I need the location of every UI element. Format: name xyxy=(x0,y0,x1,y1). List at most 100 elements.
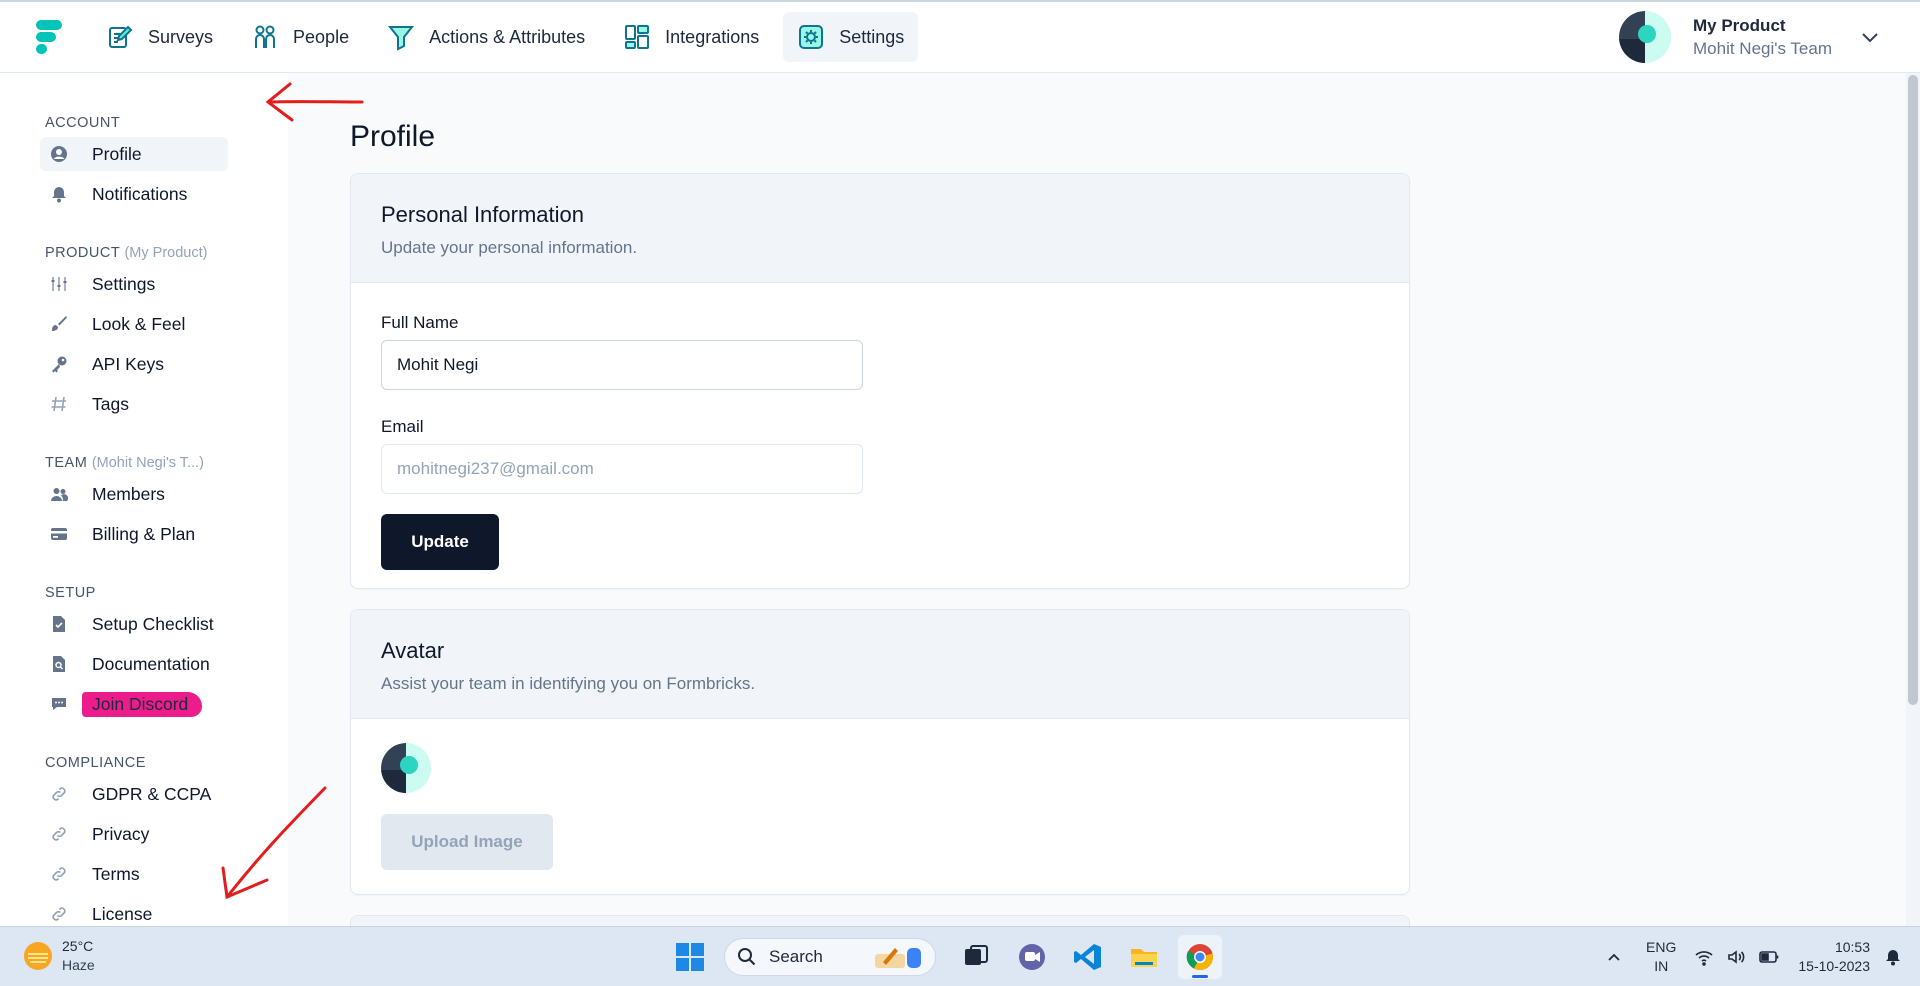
filter-icon xyxy=(388,26,415,51)
battery-icon[interactable] xyxy=(1758,947,1780,967)
clock[interactable]: 10:53 15-10-2023 xyxy=(1798,938,1870,976)
file-explorer-button[interactable] xyxy=(1122,935,1166,979)
integrations-icon xyxy=(625,25,650,49)
card-body: Full Name Mohit Negi Email mohitnegi237@… xyxy=(351,283,1409,588)
update-button[interactable]: Update xyxy=(381,514,499,570)
start-button[interactable] xyxy=(668,935,712,979)
volume-icon[interactable] xyxy=(1726,947,1746,967)
sidebar-item-label: Notifications xyxy=(92,183,188,204)
document-check-icon xyxy=(50,615,68,633)
scroll-thumb[interactable] xyxy=(1908,75,1918,705)
product-name: My Product xyxy=(1693,15,1786,35)
sidebar-item-members[interactable]: Members xyxy=(40,477,228,511)
settings-icon xyxy=(799,25,824,49)
people-icon xyxy=(255,25,276,48)
bell-icon xyxy=(50,185,68,203)
card-description: Assist your team in identifying you on F… xyxy=(381,674,756,693)
haze-icon xyxy=(24,942,52,970)
product-team-menu[interactable]: My Product Mohit Negi's Team xyxy=(1619,10,1880,64)
page-title: Profile xyxy=(350,120,436,153)
nav-integrations[interactable]: Integrations xyxy=(609,12,773,62)
main-content: Profile Personal Information Update your… xyxy=(288,73,1920,935)
chat-icon xyxy=(50,695,68,713)
taskview-button[interactable] xyxy=(954,935,998,979)
section-title-product-label: PRODUCT xyxy=(45,245,120,261)
sidebar-item-profile[interactable]: Profile xyxy=(40,137,228,171)
clock-time: 10:53 xyxy=(1834,939,1870,955)
chevron-up-icon[interactable] xyxy=(1606,949,1622,965)
sidebar-item-tags[interactable]: Tags xyxy=(40,387,228,421)
sidebar-item-setup-checklist[interactable]: Setup Checklist xyxy=(40,607,228,641)
link-icon xyxy=(50,785,68,803)
credit-card-icon xyxy=(50,525,68,543)
teams-chat-button[interactable] xyxy=(1010,935,1054,979)
language-indicator[interactable]: ENG IN xyxy=(1646,938,1676,976)
user-circle-icon xyxy=(50,145,68,163)
taskbar-search[interactable]: Search xyxy=(724,938,936,976)
full-name-label: Full Name xyxy=(381,313,459,332)
weather-widget[interactable]: 25°C Haze xyxy=(24,937,95,975)
chevron-down-icon[interactable] xyxy=(1860,27,1880,47)
weather-condition: Haze xyxy=(62,957,95,973)
search-highlight-icon xyxy=(875,948,921,968)
nav-people[interactable]: People xyxy=(237,12,363,62)
sidebar-item-label: Documentation xyxy=(92,653,210,674)
formbricks-logo[interactable] xyxy=(36,20,66,54)
sidebar-item-privacy[interactable]: Privacy xyxy=(40,817,228,851)
notification-bell-icon[interactable] xyxy=(1884,948,1902,966)
language-secondary: IN xyxy=(1654,958,1669,974)
card-description: Update your personal information. xyxy=(381,238,638,257)
avatar-card: Avatar Assist your team in identifying y… xyxy=(350,609,1410,895)
nav-actions-label: Actions & Attributes xyxy=(429,26,586,47)
windows-icon xyxy=(676,943,704,971)
nav-surveys[interactable]: Surveys xyxy=(92,12,227,62)
sliders-icon xyxy=(50,275,68,293)
vscode-button[interactable] xyxy=(1066,935,1110,979)
wifi-icon[interactable] xyxy=(1694,947,1714,967)
page-scrollbar[interactable] xyxy=(1906,73,1920,926)
card-header: Avatar Assist your team in identifying y… xyxy=(351,610,1409,719)
folder-icon xyxy=(1131,949,1157,967)
sidebar-item-documentation[interactable]: Documentation xyxy=(40,647,228,681)
full-name-input[interactable]: Mohit Negi xyxy=(381,340,863,390)
search-label: Search xyxy=(769,947,823,966)
sidebar-item-label: Billing & Plan xyxy=(92,523,196,544)
nav-settings[interactable]: Settings xyxy=(783,12,919,62)
sidebar-item-label: Tags xyxy=(92,393,129,414)
sidebar-item-notifications[interactable]: Notifications xyxy=(40,177,228,211)
sidebar-item-look-feel[interactable]: Look & Feel xyxy=(40,307,228,341)
sidebar-item-settings[interactable]: Settings xyxy=(40,267,228,301)
section-title-team-label: TEAM xyxy=(45,455,88,471)
users-icon xyxy=(50,485,68,503)
chrome-button[interactable] xyxy=(1178,935,1222,979)
email-input: mohitnegi237@gmail.com xyxy=(381,444,863,494)
taskbar-apps: Search xyxy=(662,935,1228,979)
sidebar-item-join-discord[interactable]: Join Discord xyxy=(40,687,228,721)
vscode-icon xyxy=(1074,944,1101,970)
language-primary: ENG xyxy=(1646,939,1677,955)
section-title-team: TEAM (Mohit Negi's T...) xyxy=(45,455,204,471)
os-taskbar: 25°C Haze Search ENG IN 10:53 15-10-2023 xyxy=(0,926,1920,986)
chrome-icon xyxy=(1186,944,1213,970)
team-name: Mohit Negi's Team xyxy=(1693,38,1832,58)
avatar-preview xyxy=(381,743,431,793)
survey-icon xyxy=(109,25,133,48)
top-navigation: Surveys People Actions & Attributes Inte… xyxy=(0,0,1920,73)
section-subtitle-product: (My Product) xyxy=(124,245,208,261)
nav-surveys-label: Surveys xyxy=(148,26,214,47)
section-title-compliance: COMPLIANCE xyxy=(45,755,146,771)
sidebar-item-api-keys[interactable]: API Keys xyxy=(40,347,228,381)
sidebar-item-billing[interactable]: Billing & Plan xyxy=(40,517,228,551)
taskview-icon xyxy=(965,945,988,965)
sidebar-item-gdpr[interactable]: GDPR & CCPA xyxy=(40,777,228,811)
sidebar-item-label: Setup Checklist xyxy=(92,613,214,634)
card-title: Personal Information xyxy=(381,202,584,227)
sidebar-item-terms[interactable]: Terms xyxy=(40,857,228,891)
nav-actions-attributes[interactable]: Actions & Attributes xyxy=(373,12,599,62)
weather-temperature: 25°C xyxy=(62,938,94,954)
section-subtitle-team: (Mohit Negi's T...) xyxy=(91,455,204,471)
upload-image-button: Upload Image xyxy=(381,814,553,870)
brush-icon xyxy=(50,315,68,333)
sidebar-item-label: Privacy xyxy=(92,823,150,844)
nav-people-label: People xyxy=(293,26,350,47)
